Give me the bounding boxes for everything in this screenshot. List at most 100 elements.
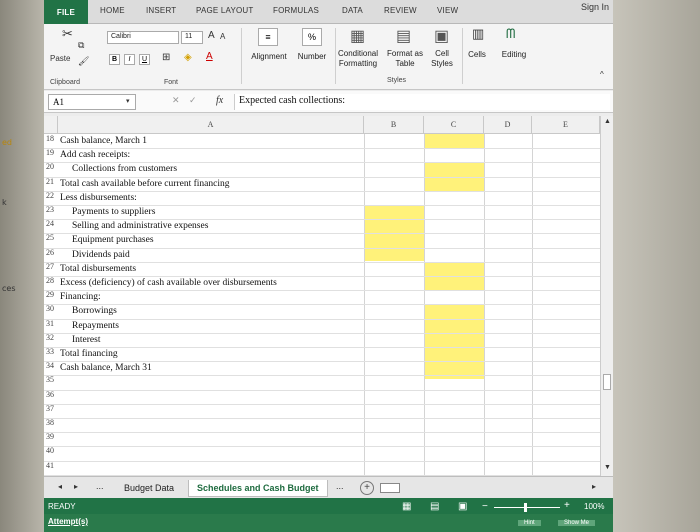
scroll-up-icon[interactable]: ▲ — [604, 118, 611, 125]
input-cell-c18[interactable] — [425, 134, 484, 148]
row-header[interactable]: 37 — [44, 404, 58, 418]
row-header[interactable]: 25 — [44, 233, 58, 247]
cell-a-label[interactable] — [58, 390, 60, 404]
zoom-out-icon[interactable]: − — [482, 501, 488, 512]
tab-file[interactable]: FILE — [44, 0, 88, 24]
shrink-font-button[interactable]: A — [220, 32, 225, 41]
scroll-right-icon[interactable]: ▸ — [592, 482, 596, 491]
column-header-c[interactable]: C — [424, 116, 484, 134]
row-header[interactable]: 27 — [44, 262, 58, 276]
tab-page-layout[interactable]: PAGE LAYOUT — [196, 6, 253, 15]
name-box-dropdown-icon[interactable]: ▾ — [126, 97, 130, 105]
row-header[interactable]: 34 — [44, 361, 58, 375]
cell-a-label[interactable]: Collections from customers — [58, 162, 177, 176]
column-header-b[interactable]: B — [364, 116, 424, 134]
page-layout-view-icon[interactable]: ▤ — [430, 501, 439, 512]
cell-a-label[interactable]: Less disbursements: — [58, 191, 137, 205]
borders-icon[interactable]: ⊞ — [162, 52, 170, 63]
cell-a-label[interactable] — [58, 432, 60, 446]
cell-a-label[interactable]: Selling and administrative expenses — [58, 219, 208, 233]
column-header-d[interactable]: D — [484, 116, 532, 134]
cells-icon[interactable]: ▥ — [472, 26, 484, 42]
cell-a-label[interactable]: Total disbursements — [58, 262, 136, 276]
input-cell-c30-c34[interactable] — [425, 305, 484, 379]
cell-a-label[interactable]: Cash balance, March 1 — [58, 134, 147, 148]
row-header[interactable]: 22 — [44, 191, 58, 205]
number-button[interactable]: Number — [292, 52, 332, 62]
editing-icon[interactable]: ᗰ — [506, 26, 515, 42]
cell-a-label[interactable] — [58, 446, 60, 460]
cell-a-label[interactable]: Repayments — [58, 319, 119, 333]
hint-button[interactable]: Hint — [518, 520, 541, 526]
tab-insert[interactable]: INSERT — [146, 6, 176, 15]
insert-function-icon[interactable]: fx — [216, 95, 223, 106]
tab-view[interactable]: VIEW — [437, 6, 458, 15]
row-header[interactable]: 19 — [44, 148, 58, 162]
alignment-button[interactable]: Alignment — [247, 52, 291, 62]
row-header[interactable]: 24 — [44, 219, 58, 233]
horizontal-scrollbar[interactable] — [380, 483, 400, 493]
page-break-view-icon[interactable]: ▣ — [458, 501, 467, 512]
attempts-link[interactable]: Attempt(s) — [48, 517, 88, 526]
cells-button[interactable]: Cells — [464, 50, 490, 60]
next-sheet-icon[interactable]: ▸ — [74, 482, 78, 491]
prev-sheet-icon[interactable]: ◂ — [58, 482, 62, 491]
row-header[interactable]: 32 — [44, 333, 58, 347]
bold-button[interactable]: B — [109, 54, 120, 65]
conditional-formatting-button[interactable]: Conditional Formatting — [332, 49, 384, 69]
scroll-thumb[interactable] — [603, 374, 611, 390]
name-box[interactable]: A1 — [48, 94, 136, 110]
row-header[interactable]: 31 — [44, 319, 58, 333]
italic-button[interactable]: I — [124, 54, 135, 65]
row-header[interactable]: 40 — [44, 446, 58, 460]
cell-a-label[interactable] — [58, 375, 60, 389]
cell-a-label[interactable]: Dividends paid — [58, 248, 130, 262]
tab-review[interactable]: REVIEW — [384, 6, 417, 15]
sheet-overflow-right[interactable]: ... — [336, 481, 344, 491]
row-header[interactable]: 30 — [44, 304, 58, 318]
row-header[interactable]: 39 — [44, 432, 58, 446]
column-header-e[interactable]: E — [532, 116, 600, 134]
row-header[interactable]: 21 — [44, 177, 58, 191]
alignment-icon[interactable]: ≡ — [258, 28, 278, 46]
editing-button[interactable]: Editing — [494, 50, 534, 60]
font-name-select[interactable]: Calibri — [107, 31, 179, 44]
cell-a-label[interactable]: Payments to suppliers — [58, 205, 155, 219]
scroll-down-icon[interactable]: ▼ — [604, 464, 611, 471]
row-header[interactable]: 23 — [44, 205, 58, 219]
collapse-ribbon-icon[interactable]: ^ — [600, 70, 604, 79]
cell-styles-icon[interactable]: ▣ — [434, 26, 449, 46]
cell-a-label[interactable] — [58, 404, 60, 418]
normal-view-icon[interactable]: ▦ — [402, 501, 411, 512]
add-sheet-button[interactable]: + — [360, 481, 374, 495]
underline-button[interactable]: U — [139, 54, 150, 65]
enter-icon[interactable]: ✓ — [189, 95, 197, 106]
formula-input[interactable]: Expected cash collections: — [234, 94, 610, 110]
worksheet-grid[interactable]: A B C D E 18 Cash balance, March 1 19 Add c… — [44, 116, 613, 476]
sign-in-link[interactable]: Sign In — [581, 2, 609, 12]
percent-icon[interactable]: % — [302, 28, 322, 46]
tab-data[interactable]: DATA — [342, 6, 363, 15]
format-as-table-button[interactable]: Format as Table — [384, 49, 426, 69]
column-header-a[interactable]: A — [58, 116, 364, 134]
row-header[interactable]: 36 — [44, 390, 58, 404]
cell-a-label[interactable]: Add cash receipts: — [58, 148, 130, 162]
tab-home[interactable]: HOME — [100, 6, 125, 15]
row-header[interactable]: 33 — [44, 347, 58, 361]
cell-a-label[interactable]: Total financing — [58, 347, 118, 361]
cell-a-label[interactable]: Total cash available before current fina… — [58, 177, 229, 191]
grow-font-button[interactable]: A — [208, 30, 215, 41]
zoom-in-icon[interactable]: + — [564, 500, 570, 511]
sheet-tab-schedules[interactable]: Schedules and Cash Budget — [188, 480, 328, 497]
cell-a-label[interactable]: Excess (deficiency) of cash available ov… — [58, 276, 277, 290]
cut-icon[interactable]: ✂ — [62, 26, 73, 42]
row-header[interactable]: 26 — [44, 248, 58, 262]
cell-a-label[interactable] — [58, 461, 60, 475]
zoom-slider[interactable] — [494, 507, 560, 508]
font-color-icon[interactable]: A — [206, 51, 213, 62]
format-painter-icon[interactable]: 🖌 — [78, 56, 89, 67]
fill-color-icon[interactable]: ◈ — [184, 52, 192, 63]
font-size-select[interactable]: 11 — [181, 31, 203, 44]
cell-a-label[interactable]: Borrowings — [58, 304, 117, 318]
format-as-table-icon[interactable]: ▤ — [396, 26, 411, 46]
